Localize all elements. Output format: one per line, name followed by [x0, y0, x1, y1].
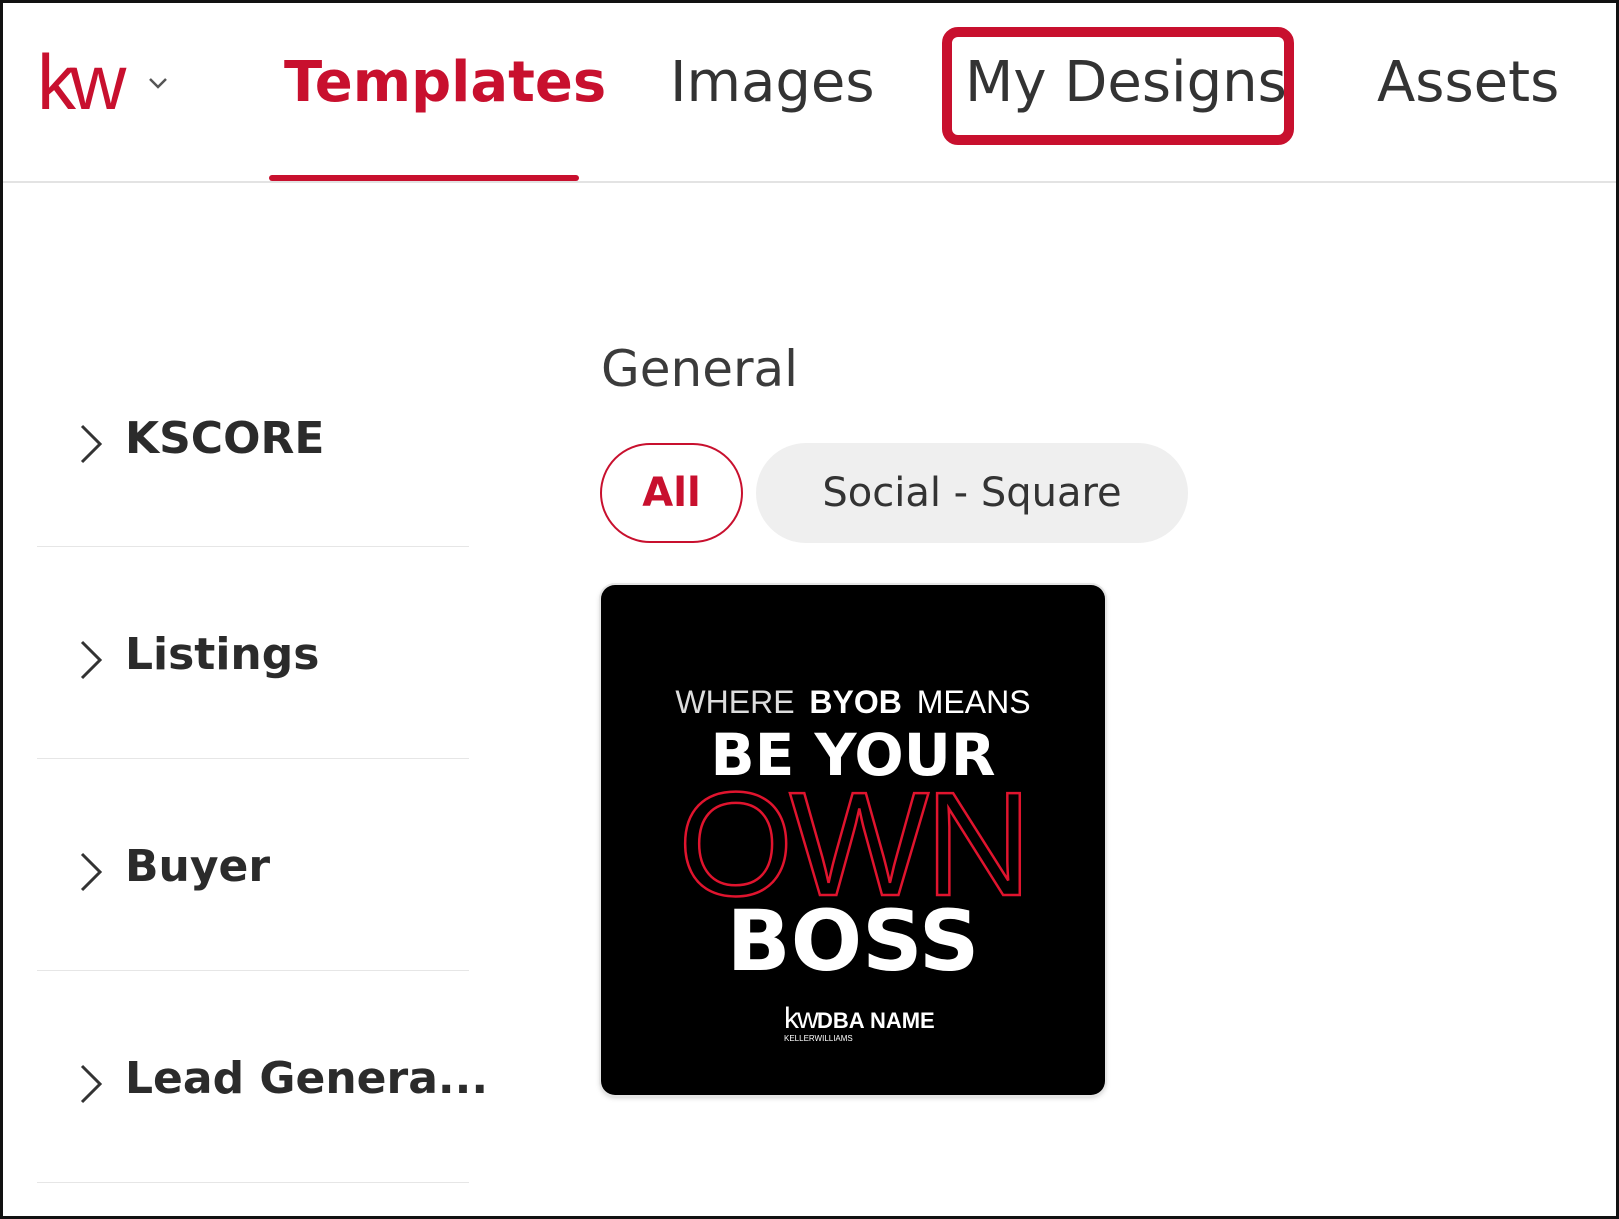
tab-assets[interactable]: Assets — [1377, 48, 1559, 118]
chevron-right-icon — [80, 1064, 103, 1104]
tab-templates[interactable]: Templates — [284, 48, 606, 118]
sidebar-item-label: Buyer — [125, 841, 271, 892]
section-title: General — [601, 340, 799, 398]
svg-text:BOSS: BOSS — [727, 892, 980, 990]
svg-text:DBA NAME: DBA NAME — [817, 1008, 935, 1033]
category-sidebar: KSCORE Listings Buyer Lead Genera... — [37, 333, 488, 1183]
svg-text:kw: kw — [784, 1002, 819, 1035]
active-tab-indicator — [269, 175, 579, 181]
chevron-right-icon — [80, 852, 103, 892]
sidebar-item-label: KSCORE — [125, 413, 325, 464]
top-nav-bar: kw Templates Images My Designs Assets — [3, 3, 1616, 183]
sidebar-item-label: Lead Genera... — [125, 1053, 489, 1104]
sidebar-item-label: Listings — [125, 629, 320, 680]
sidebar-item-buyer[interactable]: Buyer — [37, 759, 469, 971]
template-card[interactable]: WHERE BYOB MEANS BE YOUR OWN BOSS kw DBA… — [601, 585, 1105, 1095]
svg-text:kw: kw — [37, 43, 127, 123]
kw-logo-menu[interactable]: kw — [37, 43, 167, 123]
sidebar-item-listings[interactable]: Listings — [37, 547, 469, 759]
chevron-right-icon — [80, 424, 103, 464]
app-window: kw Templates Images My Designs Assets KS… — [0, 0, 1619, 1219]
tab-my-designs[interactable]: My Designs — [965, 48, 1287, 118]
kw-logo-icon: kw — [37, 43, 133, 123]
filter-all-button[interactable]: All — [600, 443, 743, 543]
chevron-down-icon — [149, 78, 167, 89]
chevron-right-icon — [80, 640, 103, 680]
tab-images[interactable]: Images — [670, 48, 875, 118]
filter-social-square-button[interactable]: Social - Square — [756, 443, 1188, 543]
template-thumbnail: WHERE BYOB MEANS BE YOUR OWN BOSS kw DBA… — [675, 684, 1033, 1043]
sidebar-item-lead-generation[interactable]: Lead Genera... — [37, 971, 488, 1183]
svg-text:KELLERWILLIAMS: KELLERWILLIAMS — [784, 1034, 853, 1043]
sidebar-item-kscore[interactable]: KSCORE — [37, 333, 469, 547]
svg-text:WHERE BYOB MEA: WHERE BYOB MEANS — [675, 684, 1030, 720]
